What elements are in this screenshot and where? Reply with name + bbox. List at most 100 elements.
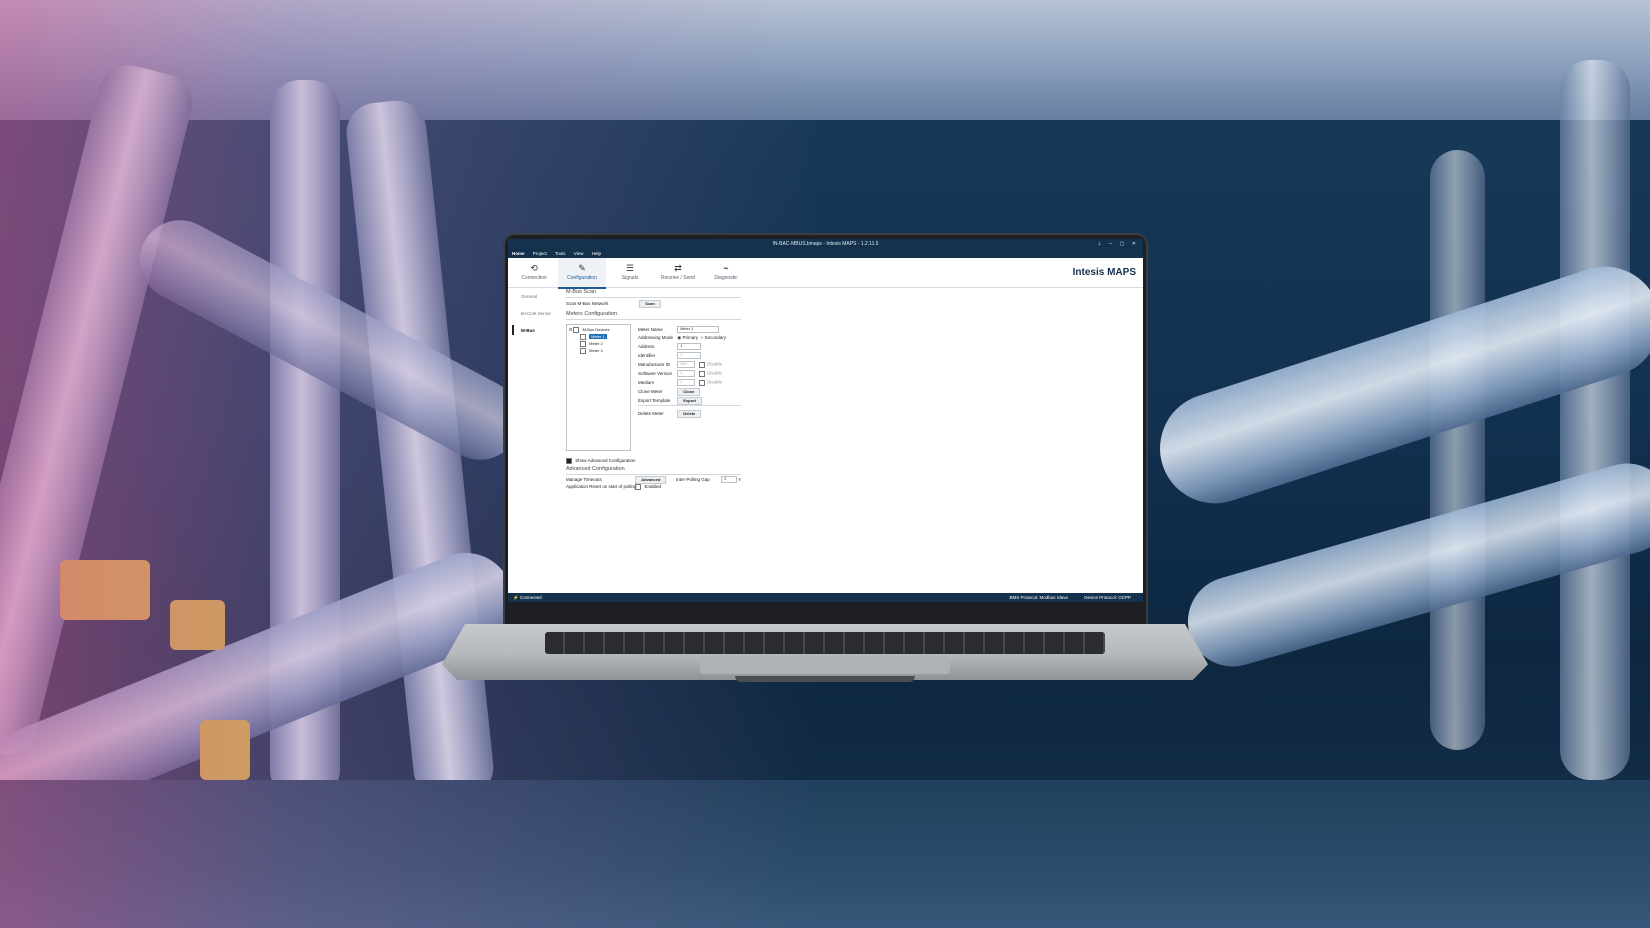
secondary-radio[interactable]: ○ Secondary [700, 335, 725, 340]
show-advanced-checkbox[interactable] [566, 458, 572, 464]
manage-timeouts-label: Manage Timeouts [566, 477, 602, 482]
tree-item[interactable]: Meter 2 [580, 341, 603, 347]
background-pipe [1430, 150, 1485, 750]
tree-item[interactable]: Meter 3 [580, 348, 603, 354]
window-title: IN-BAC-MBUS.bmaps - Intesis MAPS - 1.2.1… [772, 241, 879, 247]
advanced-button[interactable]: Advanced [635, 476, 667, 484]
secondary-label: Secondary [704, 335, 726, 340]
menu-tools[interactable]: Tools [555, 251, 566, 256]
addressing-mode-label: Addressing Mode [638, 335, 674, 340]
divider [638, 405, 741, 406]
menu-bar: Home Project Tools View Help [508, 249, 1143, 258]
collapse-icon[interactable]: ⊟ [569, 327, 572, 332]
primary-radio[interactable]: ◉ Primary [677, 335, 698, 340]
menu-help[interactable]: Help [592, 251, 601, 256]
tree-item-checkbox[interactable] [580, 334, 586, 340]
export-button[interactable]: Export [677, 397, 702, 405]
address-input[interactable]: 1 [677, 343, 702, 350]
inter-polling-gap-label: Inter-Polling Gap [676, 476, 710, 482]
laptop-hinge [735, 676, 915, 682]
window-titlebar: IN-BAC-MBUS.bmaps - Intesis MAPS - 1.2.1… [508, 239, 1143, 249]
delete-button[interactable]: Delete [677, 410, 702, 418]
sidebar-item-m-bus[interactable]: M-Bus [508, 322, 556, 339]
medium-input[interactable]: 1 [677, 379, 696, 386]
brand-logo: Intesis MAPS [1072, 267, 1136, 278]
disable-label: Disable [707, 361, 723, 367]
identifier-input[interactable]: 1 [677, 352, 702, 359]
main-panel: M-Bus Scan Scan M-Bus Network Scan Meter… [566, 288, 1136, 558]
bms-protocol: BMS Protocol: Modbus Slave [1009, 595, 1068, 600]
tab-label: Connection [521, 275, 547, 281]
laptop-keyboard [545, 632, 1105, 654]
sidebar-item-general[interactable]: General [508, 288, 556, 305]
meter-name-label: Meter Name [638, 326, 663, 332]
tree-root[interactable]: ⊟ M-Bus Devices [569, 327, 610, 333]
tab-label: Signals [621, 275, 639, 281]
tab-label: Receive / Send [661, 275, 695, 281]
tree-item-checkbox[interactable] [580, 348, 586, 354]
meter-tree[interactable]: ⊟ M-Bus Devices Meter 1 Meter 2 Meter 3 [566, 324, 631, 451]
status-bar: ⚡ Connected BMS Protocol: Modbus Slave D… [508, 593, 1143, 602]
medium-disable-checkbox[interactable] [699, 379, 706, 386]
clone-button[interactable]: Clone [677, 388, 701, 396]
laptop-bezel [508, 602, 1143, 622]
status-connected-label: Connected [519, 595, 542, 600]
section-meters-configuration: Meters Configuration [566, 310, 741, 320]
meter-name-input[interactable]: Meter 1 [677, 326, 720, 333]
list-icon: ☰ [625, 263, 635, 273]
plug-icon: ⟲ [530, 263, 538, 273]
software-version-label: Software Version [638, 370, 673, 376]
scan-button[interactable]: Scan [639, 300, 661, 308]
laptop-trackpad [700, 657, 950, 674]
medium-label: Medium [638, 379, 655, 385]
menu-home[interactable]: Home [512, 251, 525, 256]
wrench-icon: ✎ [578, 263, 586, 273]
section-advanced-configuration: Advanced Configuration [566, 465, 741, 475]
manufacturer-disable-checkbox[interactable] [699, 361, 706, 368]
inter-polling-gap-input[interactable]: 2 [721, 476, 738, 483]
tab-label: Configuration [567, 275, 597, 281]
window-controls[interactable]: ⊥ ─ ▢ ✕ [1097, 239, 1139, 249]
manufacturer-id-label: Manufacturer ID [638, 361, 671, 367]
tab-label: Diagnostic [714, 275, 738, 281]
device-protocol: Device Protocol: OCPP [1084, 595, 1131, 600]
tree-root-label: M-Bus Devices [582, 327, 610, 333]
menu-view[interactable]: View [574, 251, 584, 256]
tree-item-label: Meter 3 [589, 348, 603, 354]
identifier-label: Identifier [638, 352, 656, 358]
address-label: Address [638, 343, 655, 349]
pulse-icon: ⌁ [723, 263, 729, 273]
polling-gap-unit: s [738, 476, 741, 482]
app-reset-value: Enabled [644, 484, 662, 490]
tab-diagnostic[interactable]: ⌁ Diagnostic [702, 258, 750, 287]
software-version-input[interactable]: 1 [677, 370, 696, 377]
clone-meter-label: Clone Meter [638, 389, 663, 394]
background-pipe [1560, 60, 1630, 780]
tab-configuration[interactable]: ✎ Configuration [558, 258, 606, 289]
ribbon: ⟲ Connection ✎ Configuration ☰ Signals ⇄… [508, 258, 1143, 289]
tree-root-checkbox[interactable] [573, 327, 580, 333]
transfer-icon: ⇄ [674, 263, 682, 273]
disable-label: Disable [707, 370, 723, 376]
manufacturer-id-input[interactable]: 000 [677, 361, 696, 368]
tree-item-label: Meter 1 [589, 334, 607, 340]
status-connected: ⚡ Connected [513, 593, 542, 602]
scan-label: Scan M-Bus Network [566, 301, 609, 306]
tab-connection[interactable]: ⟲ Connection [510, 258, 558, 287]
delete-meter-label: Delete Meter [638, 411, 664, 416]
app-window: IN-BAC-MBUS.bmaps - Intesis MAPS - 1.2.1… [508, 239, 1143, 602]
tree-item[interactable]: Meter 1 [580, 334, 607, 340]
app-reset-label: Application Reset on start of polling [566, 484, 637, 490]
lightning-icon: ⚡ [513, 595, 519, 600]
section-m-bus-scan: M-Bus Scan [566, 288, 741, 298]
tree-item-label: Meter 2 [589, 341, 603, 347]
tree-item-checkbox[interactable] [580, 341, 586, 347]
show-advanced-label: Show Advanced Configuration [575, 458, 636, 464]
app-reset-checkbox[interactable] [635, 484, 642, 490]
tab-signals[interactable]: ☰ Signals [606, 258, 654, 287]
primary-label: Primary [682, 335, 698, 340]
software-disable-checkbox[interactable] [699, 370, 706, 377]
tab-receive-send[interactable]: ⇄ Receive / Send [654, 258, 702, 287]
menu-project[interactable]: Project [533, 251, 547, 256]
sidebar-item-bacnet-server[interactable]: BACnet Server [508, 305, 556, 322]
